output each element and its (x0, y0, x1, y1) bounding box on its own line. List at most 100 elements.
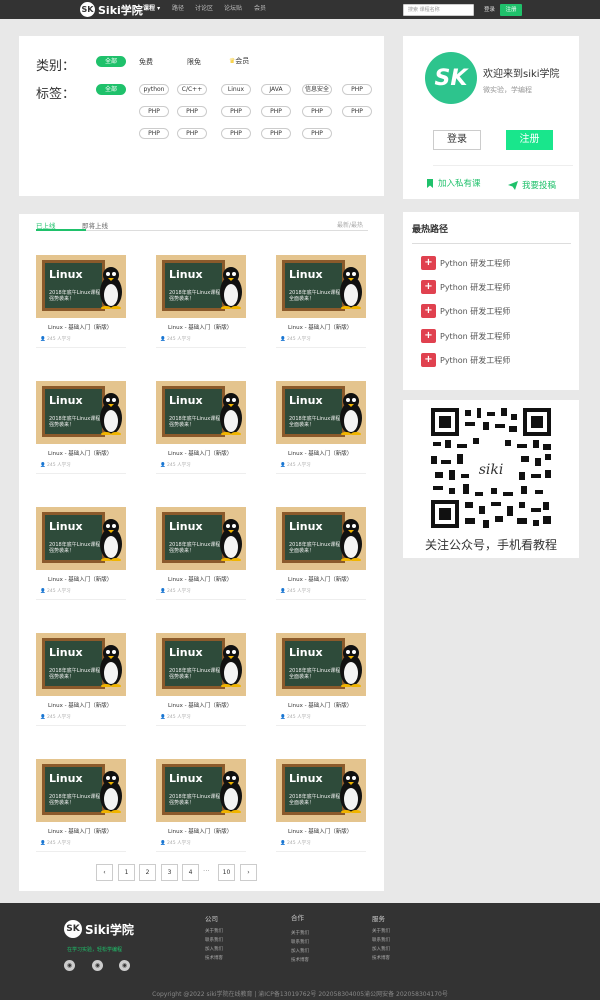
footer-link[interactable]: 联系我们 (372, 937, 390, 943)
card-divider (36, 473, 126, 474)
course-card[interactable]: Linux 2018年底午Linux课程 强势袭来！ Linux - 基础入门（新版）… (36, 633, 126, 733)
course-title: Linux - 基础入门（新版） (168, 829, 233, 835)
tag-security[interactable]: 信息安全 (302, 84, 332, 95)
category-limited-free[interactable]: 限免 (187, 57, 201, 67)
tag-php[interactable]: PHP (221, 106, 251, 117)
nav-vip[interactable]: 会员 (254, 4, 266, 14)
wechat-icon[interactable]: ◉ (64, 960, 75, 971)
board-title: Linux (49, 772, 83, 785)
path-item[interactable]: + Python 研发工程师 (421, 329, 510, 343)
path-item[interactable]: + Python 研发工程师 (421, 256, 510, 270)
path-item[interactable]: + Python 研发工程师 (421, 280, 510, 294)
pagination-page[interactable]: 1 (118, 864, 135, 881)
board-subtitle: 2018年底午Linux课程 强势袭来！ (169, 416, 221, 428)
tag-php[interactable]: PHP (342, 106, 372, 117)
qq-icon[interactable]: ◉ (92, 960, 103, 971)
course-title: Linux - 基础入门（新版） (288, 451, 353, 457)
contribute-link[interactable]: 我要投稿 (508, 179, 556, 191)
nav-forum[interactable]: 讨论区 (195, 4, 213, 14)
user-icon: 👤 (40, 715, 46, 720)
pagination-page[interactable]: 10 (218, 864, 235, 881)
tag-php[interactable]: PHP (342, 84, 372, 95)
course-card[interactable]: Linux 2018年底午Linux课程 全面袭来！ Linux - 基础入门（新版）… (276, 759, 366, 859)
footer-link[interactable]: 关于我们 (205, 928, 223, 934)
user-icon: 👤 (160, 715, 166, 720)
user-icon: 👤 (160, 589, 166, 594)
tag-python[interactable]: python (139, 84, 169, 95)
category-free[interactable]: 免费 (139, 57, 153, 67)
tag-php[interactable]: PHP (221, 128, 251, 139)
course-meta: 👤 245 人学习 (160, 589, 191, 594)
course-card[interactable]: Linux 2018年底午Linux课程 强势袭来！ Linux - 基础入门（新版）… (36, 255, 126, 355)
footer-link[interactable]: 关于我们 (372, 928, 390, 934)
pagination-page[interactable]: 4 (182, 864, 199, 881)
course-card[interactable]: Linux 2018年底午Linux课程 全面袭来！ Linux - 基础入门（新版）… (276, 507, 366, 607)
sort-toggle[interactable]: 最新/最热 (337, 220, 363, 229)
tag-php[interactable]: PHP (261, 128, 291, 139)
pagination-page[interactable]: 2 (139, 864, 156, 881)
pagination-page[interactable]: 3 (161, 864, 178, 881)
category-vip[interactable]: ♛会员 (229, 56, 249, 66)
tag-php[interactable]: PHP (302, 128, 332, 139)
course-meta: 👤 245 人学习 (280, 589, 311, 594)
tag-all[interactable]: 全部 (96, 84, 126, 95)
footer-link[interactable]: 加入我们 (205, 946, 223, 952)
tag-php[interactable]: PHP (177, 128, 207, 139)
tag-php[interactable]: PHP (261, 106, 291, 117)
board-title: Linux (169, 646, 203, 659)
course-card[interactable]: Linux 2018年底午Linux课程 全面袭来！ Linux - 基础入门（新版）… (276, 381, 366, 481)
tag-php[interactable]: PHP (139, 106, 169, 117)
tag-linux[interactable]: Linux (221, 84, 251, 95)
card-divider (276, 347, 366, 348)
tag-cpp[interactable]: C/C++ (177, 84, 207, 95)
footer-link[interactable]: 联系我们 (291, 939, 309, 945)
tag-java[interactable]: JAVA (261, 84, 291, 95)
footer-link[interactable]: 加入我们 (372, 946, 390, 952)
pagination-ellipsis: ··· (203, 867, 210, 875)
path-item[interactable]: + Python 研发工程师 (421, 304, 510, 318)
footer-link[interactable]: 联系我们 (205, 937, 223, 943)
course-card[interactable]: Linux 2018年底午Linux课程 强势袭来！ Linux - 基础入门（新版）… (36, 381, 126, 481)
card-divider (276, 599, 366, 600)
course-thumbnail: Linux 2018年底午Linux课程 全面袭来！ (276, 633, 366, 696)
path-item[interactable]: + Python 研发工程师 (421, 353, 510, 367)
nav-posts[interactable]: 论坛贴 (224, 4, 242, 14)
python-icon: + (421, 329, 436, 343)
course-card[interactable]: Linux 2018年底午Linux课程 强势袭来！ Linux - 基础入门（新版）… (156, 381, 246, 481)
search-input[interactable]: 搜索 课程名称 (403, 4, 474, 16)
footer-link[interactable]: 技术博客 (291, 957, 309, 963)
footer-link[interactable]: 关于我们 (291, 930, 309, 936)
course-card[interactable]: Linux 2018年底午Linux课程 全面袭来！ Linux - 基础入门（新版）… (276, 633, 366, 733)
tag-php[interactable]: PHP (177, 106, 207, 117)
course-card[interactable]: Linux 2018年底午Linux课程 强势袭来！ Linux - 基础入门（新版）… (156, 255, 246, 355)
course-card[interactable]: Linux 2018年底午Linux课程 强势袭来！ Linux - 基础入门（新版）… (36, 507, 126, 607)
weibo-icon[interactable]: ◉ (119, 960, 130, 971)
pagination-prev[interactable]: ‹ (96, 864, 113, 881)
footer-logo[interactable]: SK Siki学院 (64, 920, 134, 938)
tab-active-indicator (36, 229, 86, 231)
nav-paths[interactable]: 路径 (172, 4, 184, 14)
logo[interactable]: SK Siki学院 (80, 2, 143, 17)
course-card[interactable]: Linux 2018年底午Linux课程 强势袭来！ Linux - 基础入门（新版）… (156, 507, 246, 607)
register-button[interactable]: 注册 (500, 4, 522, 16)
nav-courses[interactable]: 课程 ▾ (143, 4, 160, 14)
footer-link[interactable]: 加入我们 (291, 948, 309, 954)
tag-php[interactable]: PHP (302, 106, 332, 117)
chalkboard: Linux 2018年底午Linux课程 强势袭来！ (42, 638, 105, 689)
category-all[interactable]: 全部 (96, 56, 126, 67)
login-button[interactable]: 登录 (433, 130, 481, 150)
footer-link[interactable]: 技术博客 (205, 955, 223, 961)
course-card[interactable]: Linux 2018年底午Linux课程 强势袭来！ Linux - 基础入门（新版）… (156, 759, 246, 859)
course-card[interactable]: Linux 2018年底午Linux课程 强势袭来！ Linux - 基础入门（新版）… (36, 759, 126, 859)
course-card[interactable]: Linux 2018年底午Linux课程 强势袭来！ Linux - 基础入门（新版）… (156, 633, 246, 733)
chalkboard: Linux 2018年底午Linux课程 强势袭来！ (162, 260, 225, 311)
join-private-link[interactable]: 加入私有课 (426, 177, 481, 189)
pagination-next[interactable]: › (240, 864, 257, 881)
course-card[interactable]: Linux 2018年底午Linux课程 全面袭来！ Linux - 基础入门（新版）… (276, 255, 366, 355)
login-link[interactable]: 登录 (484, 5, 495, 13)
footer: SK Siki学院 在学习实验，轻松学编程 ◉ ◉ ◉ 公司 关于我们 联系我们… (0, 903, 600, 1000)
register-button[interactable]: 注册 (506, 130, 553, 150)
course-meta: 👤 245 人学习 (160, 715, 191, 720)
footer-link[interactable]: 技术博客 (372, 955, 390, 961)
tag-php[interactable]: PHP (139, 128, 169, 139)
